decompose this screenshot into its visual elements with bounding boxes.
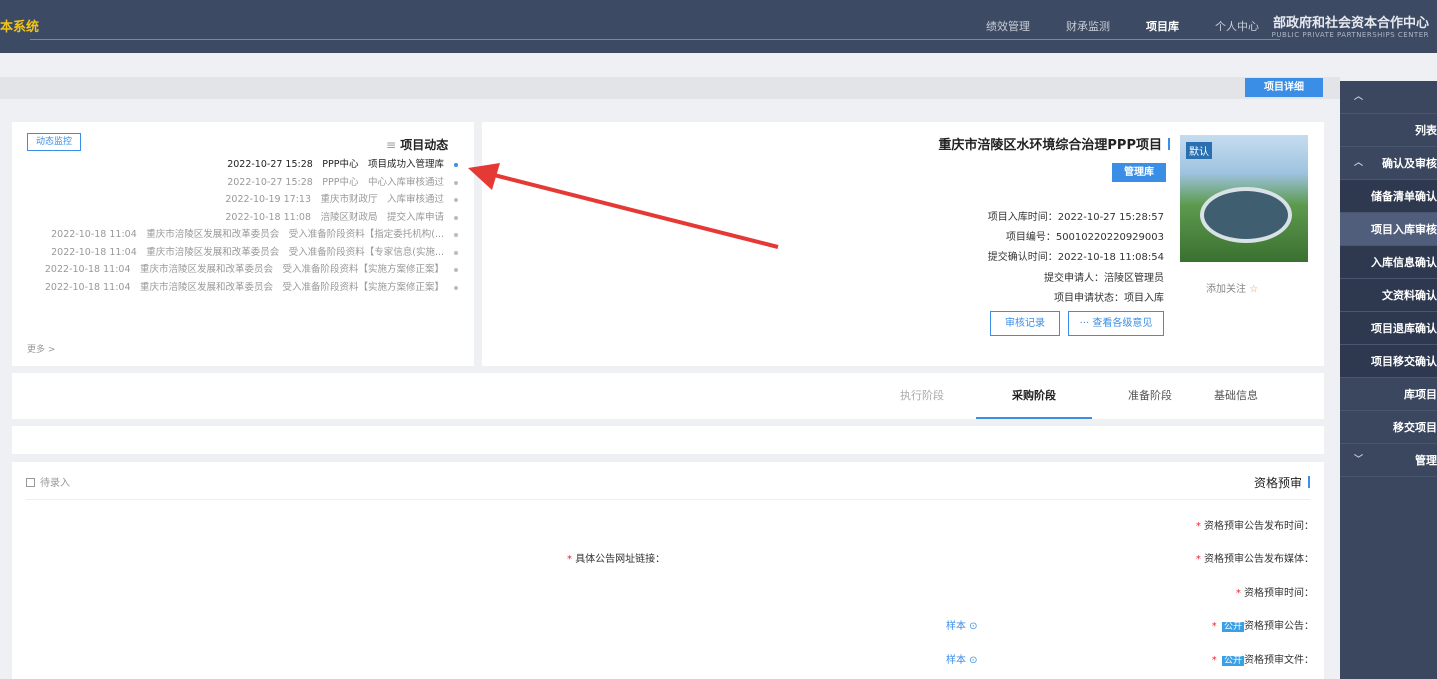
tab-procurement[interactable]: 采购阶段 — [976, 373, 1092, 419]
sidebar-item-entry-review[interactable]: 项目入库审核 — [1340, 213, 1437, 246]
list-item: 2022-10-27 15:28 PPP中心 中心入库审核通过 — [20, 174, 460, 192]
image-badge: 默认 — [1186, 142, 1212, 159]
brand-name-en: PUBLIC PRIVATE PARTNERSHIPS CENTER — [1271, 31, 1429, 39]
sidebar-item-entry-info-confirm[interactable]: 入库信息确认 — [1340, 246, 1437, 279]
field-review-time: * 资格预审时间： — [1235, 588, 1314, 599]
info-project-code: 项目编号：50010220220929003 — [1005, 232, 1164, 243]
management-library-badge: 管理库 — [1112, 163, 1166, 182]
sidebar-item-list[interactable]: 列表 — [1340, 114, 1437, 147]
public-tag: 公开 — [1221, 622, 1244, 632]
nav-performance[interactable]: 绩效管理 — [968, 18, 1048, 34]
brand-logo: 部政府和社会资本合作中心 PUBLIC PRIVATE PARTNERSHIPS… — [1272, 12, 1429, 39]
sidebar-item-reserve-confirm[interactable]: 储备清单确认 — [1340, 180, 1437, 213]
public-tag: 公开 — [1221, 656, 1244, 666]
follow-button[interactable]: 添加关注 ☆ — [1206, 280, 1258, 295]
annotation-arrow — [468, 163, 779, 249]
sidebar: ︿ 列表 ︿ 确认及审核 储备清单确认 项目入库审核 入库信息确认 文资料确认 项… — [1340, 53, 1437, 679]
project-title: 重庆市涪陵区水环境综合治理PPP项目 — [902, 134, 1170, 153]
field-notice: * 公开 资格预审公告： — [1211, 621, 1314, 632]
list-item: 2022-10-18 11:08 涪陵区财政局 提交入库申请 — [20, 209, 460, 227]
info-submit-time: 提交确认时间：2022-10-18 11:08:54 — [987, 252, 1164, 263]
top-bar: 本系统 个人中心 项目库 财承监测 绩效管理 部政府和社会资本合作中心 PUBL… — [0, 0, 1437, 53]
stage-tabs: 基础信息 准备阶段 采购阶段 执行阶段 — [12, 373, 1324, 419]
field-publish-time: * 资格预审公告发布时间： — [1195, 521, 1314, 532]
info-applicant: 提交申请人：涪陵区管理员 — [1044, 273, 1164, 284]
sidebar-group-manage[interactable]: ﹀ 管理 — [1340, 444, 1437, 477]
field-publish-media: * 资格预审公告发布媒体： — [1195, 554, 1314, 565]
sidebar-item-library-projects[interactable]: 库项目 — [1340, 378, 1437, 411]
project-dynamics-card: 动态监控 ≡ 项目动态 2022-10-27 15:28 PPP中心 项目成功入… — [12, 122, 474, 366]
info-entry-time: 项目入库时间：2022-10-27 15:28:57 — [987, 212, 1164, 223]
project-image: 默认 — [1180, 135, 1308, 262]
sample-link-document[interactable]: 样本 ⊙ — [946, 651, 978, 666]
tab-preparation[interactable]: 准备阶段 — [1092, 373, 1208, 419]
brand-name-cn: 部政府和社会资本合作中心 — [1272, 16, 1429, 31]
list-item: 2022-10-27 15:28 PPP中心 项目成功入管理库 — [20, 156, 460, 174]
blank-panel — [12, 426, 1324, 454]
more-link[interactable]: 更多 > — [27, 342, 55, 355]
nav-project-library[interactable]: 项目库 — [1128, 18, 1197, 34]
chevron-up-icon: ︿ — [1354, 158, 1364, 168]
dynamic-monitor-button[interactable]: 动态监控 — [27, 133, 81, 151]
section-title: 资格预审 — [1212, 474, 1310, 491]
field-document: * 公开 资格预审文件： — [1211, 655, 1314, 666]
list-item: 2022-10-18 11:04 重庆市涪陵区发展和改革委员会 受入准备阶段资料… — [20, 261, 460, 279]
sidebar-top-gap — [1340, 53, 1437, 81]
sidebar-item-transfer-confirm[interactable]: 项目移交确认 — [1340, 345, 1437, 378]
divider — [30, 39, 1280, 40]
dynamics-list: 2022-10-27 15:28 PPP中心 项目成功入管理库 2022-10-… — [20, 156, 460, 296]
star-icon: ☆ — [1249, 284, 1259, 295]
nav-fiscal-monitor[interactable]: 财承监测 — [1048, 18, 1128, 34]
chevron-down-icon: ﹀ — [1354, 455, 1364, 465]
qualification-section: 资格预审 待录入 * 资格预审公告发布时间： * 资格预审公告发布媒体： * 具… — [12, 462, 1324, 679]
list-item: 2022-10-18 11:04 重庆市涪陵区发展和改革委员会 受入准备阶段资料… — [20, 244, 460, 262]
divider — [26, 499, 1310, 500]
sample-link-notice[interactable]: 样本 ⊙ — [946, 617, 978, 632]
info-status: 项目申请状态：项目入库 — [1054, 293, 1164, 304]
list-item: 2022-10-18 11:04 重庆市涪陵区发展和改革委员会 受入准备阶段资料… — [20, 226, 460, 244]
tab-execution[interactable]: 执行阶段 — [864, 373, 980, 419]
sidebar-item-transferred-projects[interactable]: 移交项目 — [1340, 411, 1437, 444]
list-item: 2022-10-18 11:04 重庆市涪陵区发展和改革委员会 受入准备阶段资料… — [20, 279, 460, 297]
view-opinions-button[interactable]: ··· 查看各级意见 — [1068, 311, 1164, 336]
dynamics-title: ≡ 项目动态 — [386, 138, 449, 152]
chevron-up-icon: ︿ — [1354, 92, 1364, 102]
edit-icon — [26, 478, 35, 487]
pending-entry[interactable]: 待录入 — [26, 474, 70, 489]
field-link: * 具体公告网址链接： — [567, 554, 666, 565]
nav-personal-center[interactable]: 个人中心 — [1197, 18, 1277, 34]
sidebar-item-doc-confirm[interactable]: 文资料确认 — [1340, 279, 1437, 312]
header-strip — [0, 77, 1340, 99]
list-item: 2022-10-19 17:13 重庆市财政厅 入库审核通过 — [20, 191, 460, 209]
menu-icon: ≡ — [386, 138, 397, 152]
top-nav: 个人中心 项目库 财承监测 绩效管理 — [968, 18, 1277, 34]
project-detail-tag: 项目详细 — [1245, 78, 1323, 97]
sidebar-group-confirm[interactable]: ︿ 确认及审核 — [1340, 147, 1437, 180]
sidebar-group-1[interactable]: ︿ — [1340, 81, 1437, 114]
system-title: 本系统 — [0, 20, 40, 35]
review-record-button[interactable]: 审核记录 — [990, 311, 1060, 336]
tank-shape — [1200, 187, 1292, 243]
sidebar-item-exit-confirm[interactable]: 项目退库确认 — [1340, 312, 1437, 345]
